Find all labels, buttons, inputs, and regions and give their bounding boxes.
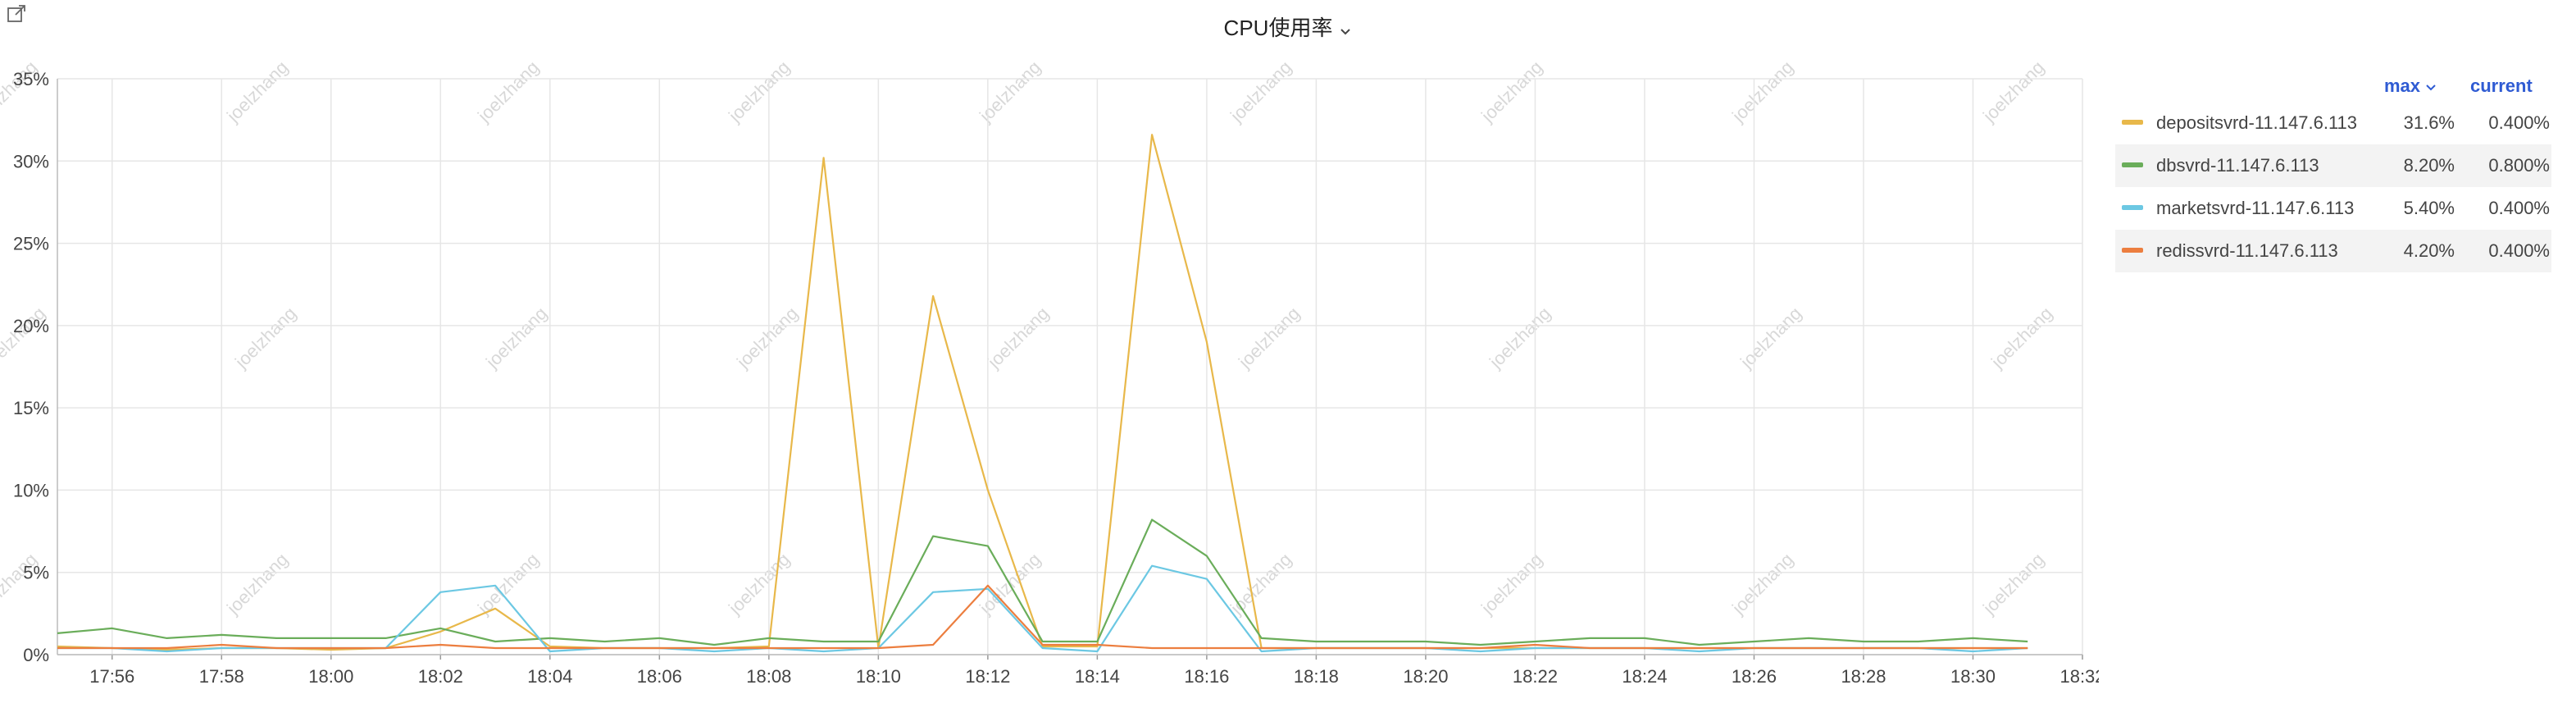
watermark-text: joelzhang [1727, 57, 1797, 126]
watermark-text: joelzhang [1485, 303, 1554, 372]
legend-current-value: 0.800% [2488, 155, 2550, 176]
watermark-text: joelzhang [1727, 549, 1797, 619]
watermark-text: joelzhang [983, 303, 1053, 372]
watermark-text: joelzhang [1477, 549, 1546, 619]
y-tick-label: 20% [13, 316, 49, 336]
watermark-text: joelzhang [975, 57, 1045, 126]
x-tick-label: 18:22 [1513, 666, 1558, 687]
x-tick-label: 18:04 [527, 666, 572, 687]
watermark-text: joelzhang [1226, 57, 1295, 126]
watermark-text: joelzhang [724, 57, 794, 126]
legend-header: max current [2115, 75, 2551, 102]
legend-row[interactable]: dbsvrd-11.147.6.113 8.20% 0.800% [2115, 144, 2551, 187]
watermark-text: joelzhang [1978, 549, 2048, 619]
x-tick-label: 18:02 [418, 666, 463, 687]
line-chart: joelzhang joelzhang joelzhang joelzhang joel… [0, 57, 2099, 687]
legend-current-value: 0.400% [2488, 240, 2550, 261]
legend-header-max[interactable]: max [2384, 75, 2437, 97]
x-tick-label: 18:00 [308, 666, 353, 687]
legend-row[interactable]: redissvrd-11.147.6.113 4.20% 0.400% [2115, 230, 2551, 272]
y-tick-label: 5% [23, 563, 49, 583]
x-tick-label: 18:08 [746, 666, 791, 687]
watermark-text: joelzhang [724, 549, 794, 619]
x-tick-label: 18:12 [965, 666, 1010, 687]
watermark-text: joelzhang [1978, 57, 2048, 126]
watermark-text: joelzhang [222, 57, 292, 126]
x-tick-label: 17:56 [89, 666, 134, 687]
watermark-text: joelzhang [230, 303, 300, 372]
x-tick-label: 18:14 [1075, 666, 1120, 687]
watermark-text: joelzhang [1477, 57, 1546, 126]
y-tick-label: 0% [23, 645, 49, 665]
watermark-text: joelzhang [1234, 303, 1304, 372]
watermark-text: joelzhang [473, 57, 543, 126]
watermark-text: joelzhang [1226, 549, 1295, 619]
watermark-text: joelzhang [732, 303, 802, 372]
legend-current-value: 0.400% [2488, 198, 2550, 218]
watermark-text: joelzhang [222, 549, 292, 619]
legend-table: max current depositsvrd-11.147.6.113 31.6… [2115, 75, 2551, 272]
y-tick-label: 10% [13, 480, 49, 500]
legend-row[interactable]: depositsvrd-11.147.6.113 31.6% 0.400% [2115, 102, 2551, 144]
watermark-layer: joelzhang joelzhang joelzhang joelzhang joel… [0, 57, 2056, 619]
watermark-text: joelzhang [473, 549, 543, 619]
legend-row[interactable]: marketsvrd-11.147.6.113 5.40% 0.400% [2115, 187, 2551, 230]
series-lines [57, 134, 2028, 653]
x-tick-label: 18:24 [1622, 666, 1667, 687]
watermark-text: joelzhang [0, 303, 49, 372]
x-tick-label: 18:10 [856, 666, 901, 687]
chart-panel: CPU使用率 joelzhang joelzhang joelzhang joelzh… [0, 0, 2576, 717]
x-tick-label: 18:20 [1403, 666, 1448, 687]
watermark-text: joelzhang [1987, 303, 2056, 372]
x-tick-label: 18:06 [637, 666, 682, 687]
watermark-text: joelzhang [0, 549, 41, 619]
watermark-text: joelzhang [1736, 303, 1805, 372]
series-line-dbsvrd[interactable] [57, 518, 2028, 646]
legend-current-value: 0.400% [2488, 112, 2550, 133]
x-tick-label: 18:16 [1184, 666, 1229, 687]
x-tick-label: 18:30 [1950, 666, 1996, 687]
watermark-text: joelzhang [0, 57, 41, 126]
chevron-down-icon [2426, 84, 2436, 91]
y-tick-label: 35% [13, 69, 49, 89]
x-tick-label: 17:58 [199, 666, 244, 687]
watermark-text: joelzhang [481, 303, 551, 372]
x-tick-label: 18:32 [2059, 666, 2099, 687]
x-tick-label: 18:18 [1294, 666, 1339, 687]
y-tick-label: 30% [13, 151, 49, 171]
y-tick-label: 15% [13, 398, 49, 418]
x-tick-label: 18:28 [1841, 666, 1886, 687]
legend-header-current[interactable]: current [2470, 75, 2533, 97]
x-tick-label: 18:26 [1732, 666, 1777, 687]
y-tick-label: 25% [13, 234, 49, 254]
